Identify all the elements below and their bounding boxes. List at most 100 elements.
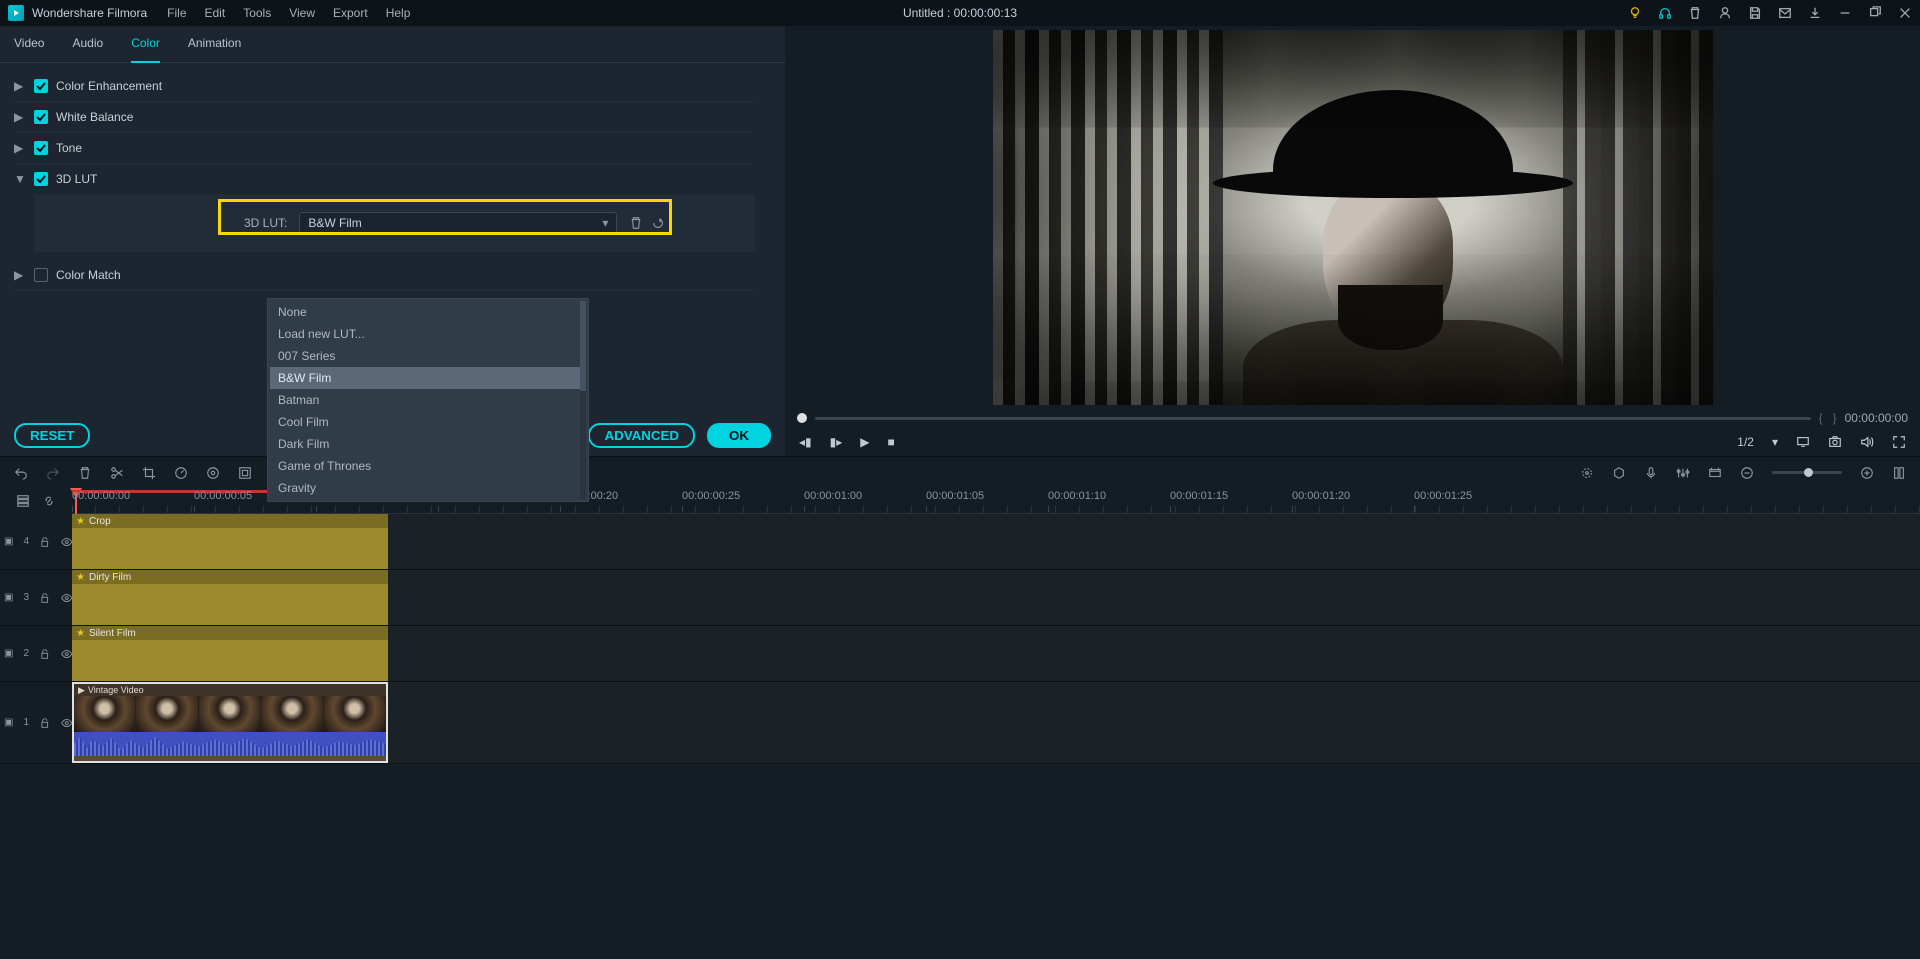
menu-file[interactable]: File [167,6,186,20]
checkbox-3d-lut[interactable] [34,172,48,186]
chevron-down-icon[interactable]: ▾ [1772,435,1778,449]
green-screen-icon[interactable] [238,466,252,480]
lut-option-gravity[interactable]: Gravity [270,477,586,499]
checkbox-tone[interactable] [34,141,48,155]
undo-icon[interactable] [14,466,28,480]
lut-option-007[interactable]: 007 Series [270,345,586,367]
track-type-icon: ▣ [4,717,13,728]
split-icon[interactable] [110,466,124,480]
tab-audio[interactable]: Audio [72,36,103,54]
zoom-out-icon[interactable] [1740,466,1754,480]
lut-option-bw-film[interactable]: B&W Film [270,367,586,389]
fullscreen-icon[interactable] [1892,435,1906,449]
lock-icon[interactable] [39,716,50,730]
chevron-right-icon: ▶ [14,141,26,155]
lut-option-load[interactable]: Load new LUT... [270,323,586,345]
eye-icon[interactable] [61,535,72,549]
eye-icon[interactable] [61,591,72,605]
tab-video[interactable]: Video [14,36,44,54]
section-tone[interactable]: ▶ Tone [14,133,755,164]
reset-button[interactable]: RESET [14,423,90,448]
section-white-balance[interactable]: ▶ White Balance [14,102,755,133]
maximize-icon[interactable] [1868,6,1882,20]
track-body[interactable]: ★Silent Film [72,626,1920,681]
track-manager-icon[interactable] [16,494,30,508]
section-color-enhancement[interactable]: ▶ Color Enhancement [14,71,755,102]
video-preview[interactable] [993,30,1713,405]
mixer-icon[interactable] [1676,466,1690,480]
speed-icon[interactable] [174,466,188,480]
lut-option-dark-film[interactable]: Dark Film [270,433,586,455]
effect-clip[interactable]: ★Dirty Film [72,570,388,625]
lock-icon[interactable] [39,591,50,605]
delete-icon[interactable] [78,466,92,480]
scrub-handle[interactable] [797,413,807,423]
save-icon[interactable] [1748,6,1762,20]
in-out-braces[interactable]: { } [1819,411,1837,425]
3d-lut-dropdown[interactable]: None Load new LUT... 007 Series B&W Film… [267,298,589,502]
3d-lut-select[interactable]: B&W Film ▾ [299,212,617,234]
snapshot-icon[interactable] [1828,435,1842,449]
lut-option-none[interactable]: None [270,301,586,323]
lut-option-cool-film[interactable]: Cool Film [270,411,586,433]
effect-clip[interactable]: ★Silent Film [72,626,388,681]
trash-icon[interactable] [1688,6,1702,20]
zoom-slider[interactable] [1772,471,1842,474]
menu-export[interactable]: Export [333,6,368,20]
track-body[interactable]: ★Dirty Film [72,570,1920,625]
effect-clip[interactable]: ★Crop [72,514,388,569]
display-icon[interactable] [1796,435,1810,449]
page-indicator[interactable]: 1/2 [1737,435,1754,449]
close-icon[interactable] [1898,6,1912,20]
section-3d-lut[interactable]: ▼ 3D LUT [14,164,755,194]
tab-animation[interactable]: Animation [188,36,241,54]
play-icon[interactable]: ▶ [860,435,869,449]
minimize-icon[interactable] [1838,6,1852,20]
ok-button[interactable]: OK [707,423,771,448]
reset-lut-icon[interactable] [651,216,665,231]
scrub-track[interactable] [815,417,1811,420]
zoom-in-icon[interactable] [1860,466,1874,480]
video-clip[interactable]: ▶Vintage Video [72,682,388,763]
crop-icon[interactable] [142,466,156,480]
link-icon[interactable] [42,494,56,508]
user-icon[interactable] [1718,6,1732,20]
track-body[interactable]: ★Crop [72,514,1920,569]
auto-icon[interactable] [1580,466,1594,480]
delete-lut-icon[interactable] [629,216,643,231]
checkbox-color-match[interactable] [34,268,48,282]
next-frame-icon[interactable]: ▮▸ [830,435,843,449]
marker-icon[interactable] [1612,466,1626,480]
zoom-fit-icon[interactable] [1892,466,1906,480]
lut-option-batman[interactable]: Batman [270,389,586,411]
download-icon[interactable] [1808,6,1822,20]
tab-color[interactable]: Color [131,36,160,54]
lock-icon[interactable] [39,647,50,661]
dropdown-scrollbar[interactable] [580,301,586,499]
mic-icon[interactable] [1644,466,1658,480]
lightbulb-icon[interactable] [1628,6,1642,20]
eye-icon[interactable] [61,716,72,730]
main-menu: File Edit Tools View Export Help [167,6,410,20]
mail-icon[interactable] [1778,6,1792,20]
track-body[interactable]: ▶Vintage Video [72,682,1920,763]
stop-icon[interactable]: ■ [888,435,895,449]
menu-edit[interactable]: Edit [205,6,226,20]
checkbox-color-enhancement[interactable] [34,79,48,93]
checkbox-white-balance[interactable] [34,110,48,124]
headphones-icon[interactable] [1658,6,1672,20]
lock-icon[interactable] [39,535,50,549]
render-icon[interactable] [1708,466,1722,480]
advanced-button[interactable]: ADVANCED [588,423,695,448]
3d-lut-label: 3D LUT: [244,216,287,230]
menu-tools[interactable]: Tools [243,6,271,20]
menu-view[interactable]: View [289,6,315,20]
color-icon[interactable] [206,466,220,480]
lut-option-got[interactable]: Game of Thrones [270,455,586,477]
menu-help[interactable]: Help [386,6,411,20]
volume-icon[interactable] [1860,435,1874,449]
prev-frame-icon[interactable]: ◂▮ [799,435,812,449]
section-color-match[interactable]: ▶ Color Match [14,260,755,291]
redo-icon[interactable] [46,466,60,480]
eye-icon[interactable] [61,647,72,661]
